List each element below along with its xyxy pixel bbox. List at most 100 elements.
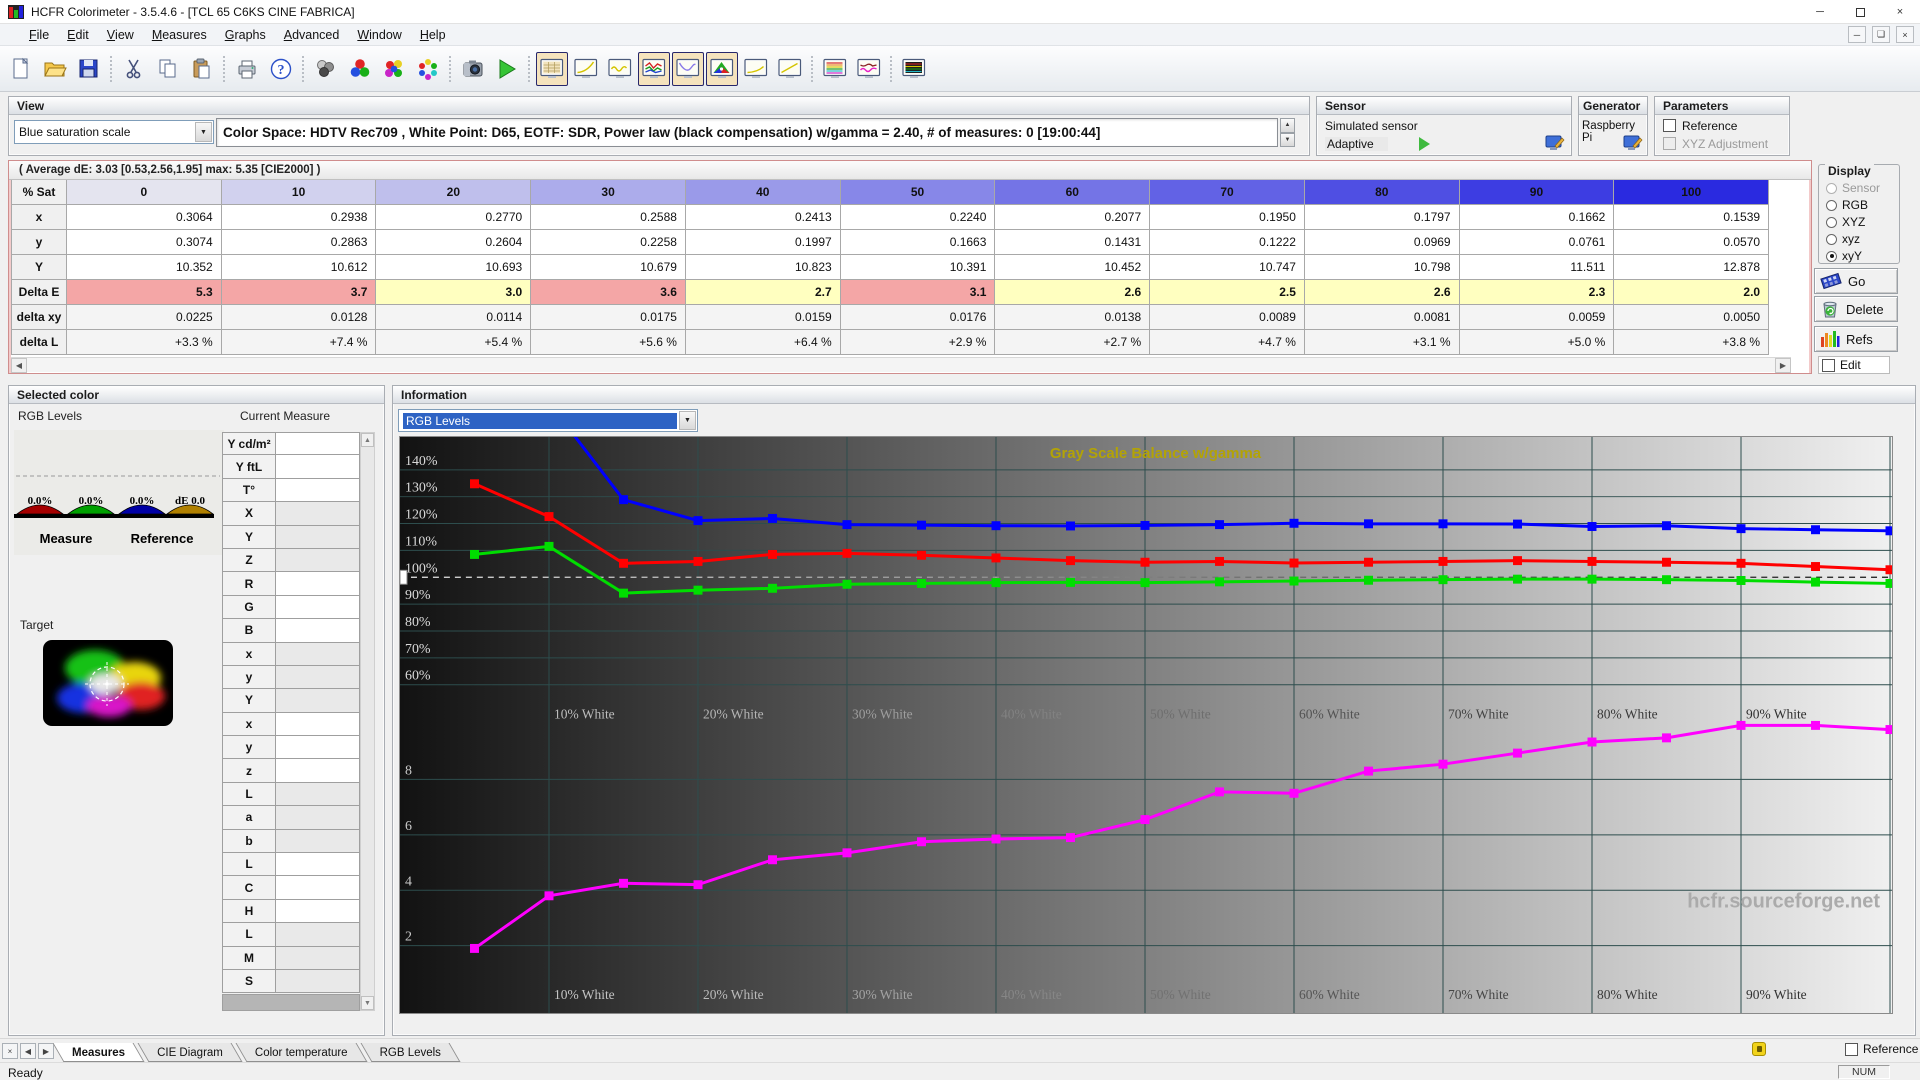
go-button-label: Go (1848, 273, 1866, 289)
value-cell: 0.2258 (531, 230, 686, 255)
scroll-left-icon[interactable]: ◀ (11, 358, 27, 373)
menu-file[interactable]: File (20, 24, 58, 46)
spinner-down-icon[interactable]: ▼ (1280, 132, 1295, 147)
menu-view[interactable]: View (98, 24, 143, 46)
radio-icon[interactable] (1826, 233, 1837, 245)
scroll-up-icon[interactable]: ▲ (361, 433, 374, 447)
refs-button[interactable]: Refs (1814, 326, 1898, 352)
save-file-button[interactable] (73, 52, 105, 86)
spinner-up-icon[interactable]: ▲ (1280, 118, 1295, 133)
view-contrast-chart-button[interactable] (774, 52, 806, 86)
measure-row-label: X (222, 502, 276, 526)
view-contrast-chart-icon (778, 58, 802, 78)
view-nearwhite-chart-button[interactable] (740, 52, 772, 86)
view-rgb-levels-chart-icon (642, 58, 666, 78)
display-option-xyz[interactable]: XYZ (1826, 215, 1865, 229)
generator-panel-title: Generator (1579, 97, 1647, 115)
view-nearblack-chart-button[interactable] (604, 52, 636, 86)
view-composite-chart-button[interactable] (898, 52, 930, 86)
mdi-restore-icon[interactable]: ❏ (1872, 26, 1890, 43)
display-colors-button[interactable] (344, 52, 376, 86)
paste-button[interactable] (186, 52, 218, 86)
scale-selector-dropdown[interactable]: Blue saturation scale ▼ (14, 120, 214, 144)
tab-color-temperature[interactable]: Color temperature (235, 1043, 368, 1062)
mdi-minimize-icon[interactable]: ─ (1848, 26, 1866, 43)
display-option-rgb[interactable]: RGB (1826, 198, 1868, 212)
tab-cie-diagram[interactable]: CIE Diagram (137, 1043, 243, 1062)
close-icon[interactable]: × (1880, 0, 1920, 24)
sensor-run-icon[interactable] (1419, 137, 1430, 151)
table-row-delta-l: delta L +3.3 % +7.4 % +5.4 % +5.6 % +6.4 % +2.… (11, 330, 1770, 355)
minimize-icon[interactable]: ─ (1800, 0, 1840, 24)
view-colortemp-chart-button[interactable] (819, 52, 851, 86)
statusbar-reference-checkbox[interactable] (1845, 1042, 1858, 1056)
measure-row-value (276, 642, 360, 666)
radio-icon[interactable] (1826, 250, 1837, 262)
menu-measures[interactable]: Measures (143, 24, 216, 46)
sensor-settings-icon[interactable] (1545, 135, 1565, 152)
chevron-down-icon[interactable]: ▼ (679, 411, 696, 430)
primaries-colors-button[interactable] (412, 52, 444, 86)
view-measures-grid-button[interactable] (536, 51, 568, 86)
edit-checkbox[interactable] (1822, 358, 1835, 372)
print-button[interactable] (231, 52, 263, 86)
view-saturation-chart-button[interactable] (853, 52, 885, 86)
go-button[interactable]: Go (1814, 268, 1898, 294)
menu-window[interactable]: Window (348, 24, 410, 46)
tab-rgb-levels[interactable]: RGB Levels (360, 1043, 461, 1062)
maximize-icon[interactable] (1840, 0, 1880, 24)
statusbar-reference-row: Reference (1845, 1042, 1918, 1056)
display-option-xyy[interactable]: xyY (1826, 249, 1862, 263)
current-measure-row: x (222, 712, 360, 737)
tabbar-close-icon[interactable]: × (2, 1043, 18, 1059)
svg-text:130%: 130% (405, 481, 438, 496)
saturation-colors-button[interactable] (378, 52, 410, 86)
scroll-down-icon[interactable]: ▼ (361, 996, 374, 1010)
chevron-down-icon[interactable]: ▼ (195, 122, 212, 142)
tab-measures[interactable]: Measures (52, 1043, 145, 1062)
copy-button[interactable] (152, 52, 184, 86)
reference-checkbox[interactable] (1663, 119, 1676, 132)
scroll-right-icon[interactable]: ▶ (1775, 358, 1791, 373)
cut-button[interactable] (118, 52, 150, 86)
point-green-level (1736, 576, 1746, 585)
display-option-sensor[interactable]: Sensor (1826, 181, 1880, 195)
radio-icon[interactable] (1826, 216, 1837, 228)
capture-sensor-button[interactable] (457, 52, 489, 86)
tabbar-next-icon[interactable]: ▶ (38, 1043, 54, 1059)
radio-icon[interactable] (1826, 182, 1837, 194)
menu-graphs[interactable]: Graphs (216, 24, 275, 46)
menu-advanced[interactable]: Advanced (275, 24, 349, 46)
display-option-xyz[interactable]: xyz (1826, 232, 1860, 246)
selected-color-panel-title: Selected color (9, 386, 384, 404)
point-blue-level (768, 513, 777, 523)
notification-icon[interactable] (1752, 1042, 1766, 1056)
table-row-y: y 0.3074 0.2863 0.2604 0.2258 0.1997 0.1663 0.1… (11, 230, 1770, 255)
generator-settings-icon[interactable] (1623, 135, 1643, 152)
open-file-button[interactable] (39, 52, 71, 86)
view-cie-diagram-button[interactable] (706, 51, 738, 86)
measures-table: % Sat 0 10 20 30 40 50 60 70 80 90 100 x 0.3064 0.2938… (11, 180, 1770, 355)
menu-help[interactable]: Help (411, 24, 455, 46)
view-luminance-chart-button[interactable] (672, 51, 704, 86)
point-red-level (1364, 557, 1373, 567)
current-measure-scrollbar[interactable]: ▲ ▼ (360, 432, 375, 1011)
sensor-settings-button[interactable] (310, 52, 342, 86)
about-help-button[interactable]: ? (265, 52, 297, 86)
mdi-close-icon[interactable]: × (1896, 26, 1914, 43)
run-measurement-button[interactable] (491, 52, 523, 86)
value-cell: 0.0089 (1150, 305, 1305, 330)
view-rgb-levels-chart-button[interactable] (638, 51, 670, 86)
status-bar: Ready NUM (0, 1062, 1920, 1080)
menu-edit[interactable]: Edit (58, 24, 98, 46)
value-cell: 0.1663 (840, 230, 996, 255)
radio-icon[interactable] (1826, 199, 1837, 211)
info-spinner: ▲ ▼ (1280, 118, 1295, 147)
new-document-button[interactable] (5, 52, 37, 86)
view-gamma-chart-button[interactable] (570, 52, 602, 86)
tabbar-prev-icon[interactable]: ◀ (20, 1043, 36, 1059)
information-graph-dropdown[interactable]: RGB Levels ▼ (398, 409, 698, 432)
delete-button[interactable]: Delete (1814, 296, 1898, 322)
table-horizontal-scrollbar[interactable]: ◀ ▶ (11, 357, 1791, 373)
value-cell: 0.0081 (1304, 305, 1460, 330)
